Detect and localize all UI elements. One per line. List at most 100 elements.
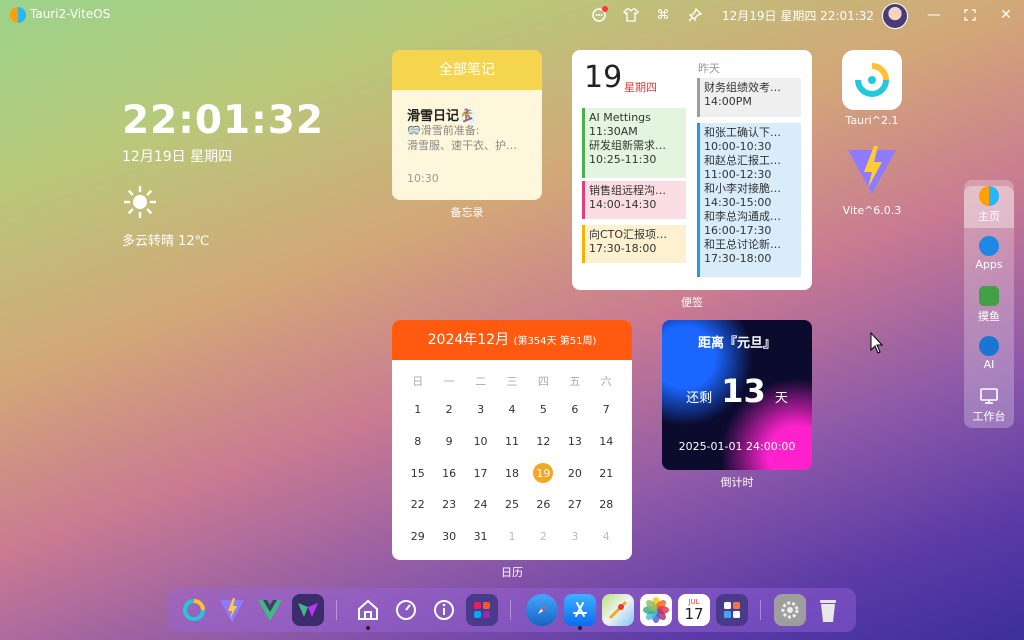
dock-tauri-icon[interactable] (178, 594, 210, 626)
dock-trash-icon[interactable] (812, 594, 844, 626)
dock-maps-icon[interactable] (602, 594, 634, 626)
calendar-day[interactable]: 28 (591, 489, 622, 521)
calendar-day[interactable]: 14 (591, 426, 622, 458)
calendar-day[interactable]: 26 (528, 489, 559, 521)
close-icon[interactable]: ✕ (996, 5, 1016, 25)
side-dock-ai[interactable]: AI (964, 336, 1014, 371)
topbar-clock[interactable]: 12月19日 星期四 22:01:32 (722, 7, 874, 24)
calendar-day[interactable]: 20 (559, 457, 590, 489)
calendar-day[interactable]: 2 (433, 394, 464, 426)
dock-app-store-icon[interactable] (564, 594, 596, 626)
dock-calendar-icon[interactable]: JUL 17 (678, 594, 710, 626)
avatar[interactable] (882, 3, 908, 29)
event-line: 14:30-15:00 (704, 196, 772, 209)
weather-text: 多云转晴 12℃ (122, 234, 210, 249)
calendar-day[interactable]: 11 (496, 426, 527, 458)
calendar-day[interactable]: 6 (559, 394, 590, 426)
note-preview: 🥽滑雪前准备: 滑雪服、速干衣、护… (407, 124, 517, 152)
calendar-day[interactable]: 15 (402, 457, 433, 489)
side-dock: 主页 Apps 摸鱼 AI 工作台 (964, 180, 1014, 428)
calendar-day[interactable]: 24 (465, 489, 496, 521)
calendar-day[interactable]: 23 (433, 489, 464, 521)
calendar-day[interactable]: 7 (591, 394, 622, 426)
dock-apps-folder-icon[interactable] (466, 594, 498, 626)
schedule-event-today[interactable]: AI Mettings 11:30AM 研发组新需求… 10:25-11:30 (582, 108, 686, 178)
calendar-day[interactable]: 1 (496, 521, 527, 553)
dock-vue-icon[interactable] (254, 594, 286, 626)
note-title: 滑雪日记🏂 (407, 109, 476, 124)
countdown-widget[interactable]: 距离『元旦』 还剩 13 天 2025-01-01 24:00:00 (662, 320, 812, 470)
calendar-day[interactable]: 12 (528, 426, 559, 458)
dock-launchpad-icon[interactable] (716, 594, 748, 626)
dock-viteos-icon[interactable] (292, 594, 324, 626)
calendar-day[interactable]: 4 (591, 521, 622, 553)
dock-dashboard-icon[interactable] (390, 594, 422, 626)
calendar-day[interactable]: 27 (559, 489, 590, 521)
notes-widget[interactable]: 全部笔记 滑雪日记🏂 🥽滑雪前准备: 滑雪服、速干衣、护… 10:30 (392, 50, 542, 200)
desktop-app-vite[interactable]: Vite^6.0.3 (842, 140, 902, 217)
calendar-header: 2024年12月 (第354天 第51周) (392, 320, 632, 360)
command-icon[interactable]: ⌘ (654, 6, 672, 24)
calendar-day[interactable]: 9 (433, 426, 464, 458)
calendar-day[interactable]: 31 (465, 521, 496, 553)
minimize-icon[interactable]: — (924, 5, 944, 25)
calendar-day[interactable]: 16 (433, 457, 464, 489)
clock-time: 22:01:32 (122, 98, 325, 143)
calendar-day[interactable]: 29 (402, 521, 433, 553)
calendar-day[interactable]: 1 (402, 394, 433, 426)
calendar-day-today[interactable]: 19 (528, 457, 559, 489)
countdown-label: 倒计时 (720, 476, 754, 489)
calendar-day[interactable]: 25 (496, 489, 527, 521)
schedule-widget[interactable]: 19 星期四 昨天 AI Mettings 11:30AM 研发组新需求… 10:25… (572, 50, 812, 290)
calendar-day[interactable]: 13 (559, 426, 590, 458)
event-line: 销售组远程沟… (589, 184, 666, 197)
notes-header[interactable]: 全部笔记 (392, 50, 542, 90)
pin-icon[interactable] (686, 6, 704, 24)
calendar-day[interactable]: 30 (433, 521, 464, 553)
dock-info-icon[interactable] (428, 594, 460, 626)
calendar-day[interactable]: 2 (528, 521, 559, 553)
side-dock-workbench[interactable]: 工作台 (964, 386, 1014, 424)
calendar-day[interactable]: 3 (465, 394, 496, 426)
countdown-title: 距离『元旦』 (697, 336, 776, 351)
side-dock-apps[interactable]: Apps (964, 236, 1014, 271)
calendar-day[interactable]: 5 (528, 394, 559, 426)
fullscreen-icon[interactable] (960, 5, 980, 25)
dock-home-icon[interactable] (352, 594, 384, 626)
side-dock-home[interactable]: 主页 (964, 186, 1014, 228)
note-time: 10:30 (407, 172, 439, 185)
app-logo-icon (10, 7, 26, 23)
desktop-app-tauri[interactable]: Tauri^2.1 (842, 50, 902, 127)
dock-safari-icon[interactable] (526, 594, 558, 626)
calendar-widget[interactable]: 2024年12月 (第354天 第51周) 日一二三四五六 1 2 3 4 5 6 7 8 9 10… (392, 320, 632, 560)
calendar-day[interactable]: 21 (591, 457, 622, 489)
bottom-dock: JUL 17 (168, 588, 856, 632)
sun-icon (124, 186, 156, 218)
event-line: 11:00-12:30 (704, 168, 772, 181)
side-dock-moyu[interactable]: 摸鱼 (964, 286, 1014, 324)
dock-settings-icon[interactable] (774, 594, 806, 626)
schedule-event-yesterday[interactable]: 和张工确认下… 10:00-10:30 和赵总汇报工… 11:00-12:30 和小李对… (697, 123, 801, 277)
calendar-day[interactable]: 4 (496, 394, 527, 426)
schedule-event-today[interactable]: 销售组远程沟… 14:00-14:30 (582, 181, 686, 219)
event-line: 财务组绩效考… (704, 81, 781, 94)
schedule-day: 19 (584, 60, 623, 95)
calendar-day[interactable]: 17 (465, 457, 496, 489)
chat-icon[interactable] (590, 6, 608, 24)
calendar-grid: 日一二三四五六 1 2 3 4 5 6 7 8 9 10 11 12 13 14 15 16 17 18 19 20 21… (402, 374, 622, 552)
event-line: 17:30-18:00 (704, 252, 772, 265)
calendar-day[interactable]: 18 (496, 457, 527, 489)
schedule-event-yesterday[interactable]: 财务组绩效考… 14:00PM (697, 78, 801, 117)
event-line: 14:00-14:30 (589, 198, 657, 211)
calendar-day[interactable]: 8 (402, 426, 433, 458)
goose-icon (979, 286, 999, 306)
schedule-weekday: 星期四 (624, 81, 657, 94)
calendar-day[interactable]: 10 (465, 426, 496, 458)
dock-vite-icon[interactable] (216, 594, 248, 626)
calendar-day[interactable]: 22 (402, 489, 433, 521)
dock-photos-icon[interactable] (640, 594, 672, 626)
schedule-event-today[interactable]: 向CTO汇报项… 17:30-18:00 (582, 225, 686, 263)
event-line: 和李总沟通成… (704, 210, 781, 223)
calendar-day[interactable]: 3 (559, 521, 590, 553)
shirt-icon[interactable] (622, 6, 640, 24)
